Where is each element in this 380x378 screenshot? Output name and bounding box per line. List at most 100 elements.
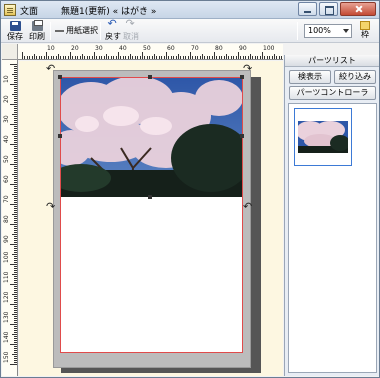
- ruler-tick: [202, 54, 203, 59]
- ruler-tick: [223, 56, 225, 59]
- show-all-button[interactable]: 検表示: [289, 70, 331, 84]
- ruler-tick: [14, 92, 17, 93]
- ruler-tick: [77, 56, 79, 59]
- parts-controller-button[interactable]: パーツコントローラ: [289, 86, 376, 100]
- ruler-tick: [163, 56, 165, 59]
- vertical-ruler: 10 20 30 40 50 60 70 80 90 100 110 120 130 140 150: [2, 60, 18, 376]
- maximize-button[interactable]: [319, 2, 338, 16]
- ruler-tick: [14, 222, 17, 223]
- ruler-tick: [29, 56, 31, 59]
- resize-handle[interactable]: [240, 75, 244, 79]
- ruler-tick: [14, 88, 17, 89]
- ruler-tick: [12, 114, 17, 115]
- undo-button[interactable]: 戻す: [105, 19, 121, 41]
- minimize-button[interactable]: [298, 2, 317, 16]
- ruler-tick: [10, 104, 17, 105]
- ruler-tick: [67, 56, 69, 59]
- ruler-tick: [115, 56, 117, 59]
- ruler-tick: [14, 268, 17, 269]
- ruler-tick: [14, 138, 17, 139]
- ruler-tick: [14, 360, 17, 361]
- ruler-tick: [14, 316, 17, 317]
- ruler-tick: [226, 54, 227, 59]
- resize-handle[interactable]: [148, 75, 152, 79]
- ruler-tick: [14, 120, 17, 121]
- ruler-tick: [12, 354, 17, 355]
- resize-handle[interactable]: [148, 195, 152, 199]
- ruler-tick: [14, 250, 17, 251]
- resize-handle[interactable]: [240, 134, 244, 138]
- ruler-tick: [14, 216, 17, 217]
- rotate-handle-icon[interactable]: ↶: [243, 201, 252, 212]
- ruler-tick: [269, 56, 271, 59]
- ruler-tick: [14, 68, 17, 69]
- toolbar-divider: [297, 22, 298, 40]
- ruler-tick: [154, 54, 155, 59]
- ruler-tick: [194, 56, 196, 59]
- ruler-label: 140: [3, 331, 10, 343]
- ruler-tick: [242, 56, 244, 59]
- ruler-tick: [14, 262, 17, 263]
- ruler-tick: [142, 52, 143, 59]
- ruler-tick: [14, 290, 17, 291]
- postcard-page[interactable]: [60, 77, 243, 353]
- ruler-tick: [14, 272, 17, 273]
- parts-list: [288, 103, 377, 373]
- zoom-value: 100%: [308, 26, 331, 35]
- ruler-label: 20: [3, 95, 10, 103]
- design-canvas[interactable]: ↶ ↷ ↷ ↶: [19, 61, 283, 376]
- ruler-tick: [10, 304, 17, 305]
- ruler-tick: [14, 166, 17, 167]
- rotate-handle-icon[interactable]: ↷: [46, 201, 55, 212]
- document-title: 無題1(更新) « はがき »: [61, 7, 157, 17]
- ruler-tick: [14, 98, 17, 99]
- ruler-tick: [10, 344, 17, 345]
- filter-button[interactable]: 絞り込み: [334, 70, 376, 84]
- ruler-tick: [14, 188, 17, 189]
- ruler-tick: [14, 112, 17, 113]
- ruler-tick: [14, 116, 17, 117]
- redo-button[interactable]: 取消: [123, 19, 139, 41]
- paper-select-button[interactable]: 用紙選択: [55, 25, 98, 36]
- rotate-handle-icon[interactable]: ↶: [46, 63, 55, 74]
- frame-icon: [360, 21, 370, 30]
- ruler-tick: [14, 258, 17, 259]
- ruler-tick: [14, 78, 17, 79]
- ruler-label: 130: [3, 311, 10, 323]
- zoom-select[interactable]: 100%: [304, 24, 352, 38]
- ruler-tick: [14, 118, 17, 119]
- ruler-tick: [14, 170, 17, 171]
- photo-artwork: [61, 78, 242, 197]
- ruler-tick: [53, 56, 55, 59]
- ruler-tick: [14, 278, 17, 279]
- ruler-tick: [14, 340, 17, 341]
- ruler-tick: [12, 174, 17, 175]
- cherry-blossom-photo[interactable]: [61, 78, 242, 197]
- ruler-tick: [14, 330, 17, 331]
- ruler-tick: [166, 52, 167, 59]
- ruler-tick: [214, 52, 215, 59]
- ruler-tick: [10, 264, 17, 265]
- ruler-tick: [14, 260, 17, 261]
- resize-handle[interactable]: [58, 134, 62, 138]
- redo-label: 取消: [123, 32, 139, 41]
- ruler-tick: [10, 124, 17, 125]
- print-button[interactable]: 印刷: [29, 20, 45, 41]
- ruler-tick: [10, 364, 17, 365]
- resize-handle[interactable]: [58, 75, 62, 79]
- frame-button[interactable]: 枠: [356, 21, 374, 41]
- ruler-tick: [94, 52, 95, 59]
- ruler-tick: [254, 56, 256, 59]
- ruler-tick: [14, 210, 17, 211]
- ruler-label: 40: [119, 45, 127, 52]
- ruler-tick: [14, 346, 17, 347]
- ruler-tick: [14, 362, 17, 363]
- save-button[interactable]: 保存: [7, 21, 23, 41]
- ruler-tick: [14, 256, 17, 257]
- ruler-tick: [14, 66, 17, 67]
- ruler-tick: [168, 56, 170, 59]
- ruler-label: 70: [191, 45, 199, 52]
- close-button[interactable]: [340, 2, 376, 16]
- rotate-handle-icon[interactable]: ↷: [243, 63, 252, 74]
- part-thumbnail[interactable]: [294, 108, 352, 166]
